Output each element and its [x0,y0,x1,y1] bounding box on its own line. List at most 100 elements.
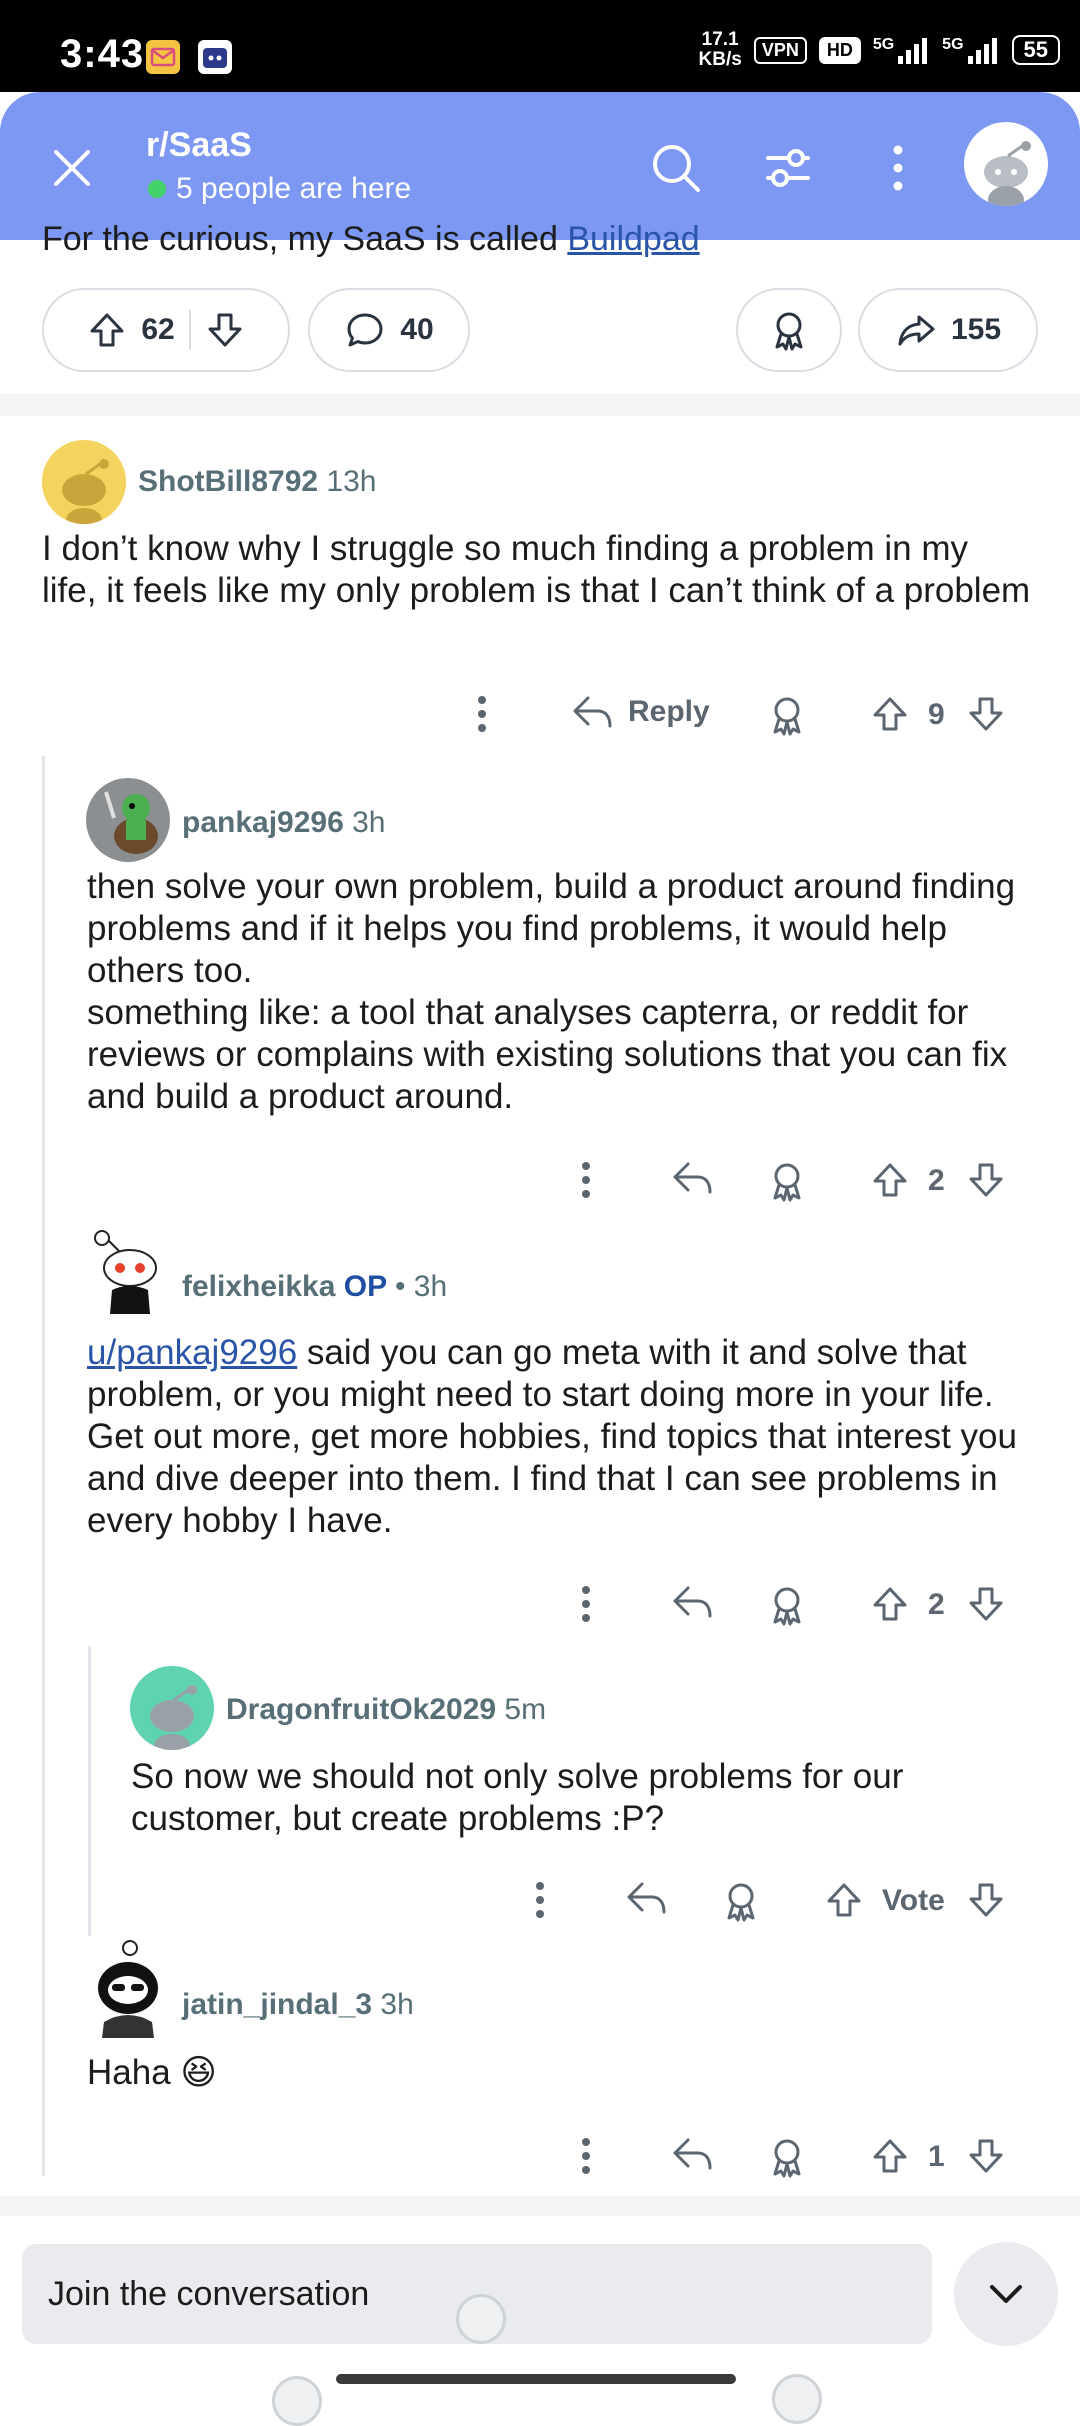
more-vertical-icon[interactable] [472,694,492,734]
more-vertical-icon[interactable] [576,2136,596,2176]
more-vertical-icon[interactable] [576,1584,596,1624]
downvote-icon[interactable] [966,2136,1006,2176]
upvote-icon[interactable] [870,2136,910,2176]
comment-body: u/pankaj9296 said you can go meta with i… [87,1332,1047,1542]
thread-line [88,1646,91,1936]
award-icon[interactable] [766,694,808,736]
avatar[interactable] [86,1938,170,2038]
user-avatar[interactable] [964,122,1048,206]
comment-author[interactable]: jatin_jindal_3 3h [182,1988,414,2022]
avatar[interactable] [86,778,170,862]
author-name[interactable]: ShotBill8792 [138,465,318,498]
comment-body: Haha 😆 [87,2052,987,2094]
chevron-down-icon [990,2285,1022,2303]
comment-actions: Reply 9 [472,684,1012,744]
award-icon [775,312,803,351]
snoo-avatar-icon [150,1685,197,1750]
avatar[interactable] [42,440,126,524]
comment-author[interactable]: pankaj9296 3h [182,806,386,840]
author-name[interactable]: felixheikka [182,1270,335,1303]
network-speed-value: 17.1 [701,29,739,50]
comment-actions: 2 [576,1574,1016,1634]
online-dot [148,180,166,198]
comment-author[interactable]: DragonfruitOk2029 5m [226,1693,546,1727]
vpn-badge: VPN [753,36,807,64]
author-name[interactable]: DragonfruitOk2029 [226,1693,496,1726]
touch-indicator [272,2376,322,2426]
comment-body: then solve your own problem, build a pro… [87,866,1047,1118]
comment-text: Haha [87,2053,171,2092]
comment-paragraph: something like: a tool that analyses cap… [87,993,1008,1116]
post-share-count: 155 [950,313,1002,346]
status-bar: 3:43 17.1 KB/s VPN HD 5G 5G 55 [0,0,1080,92]
comment-time: 3h [352,806,386,839]
more-options-button[interactable] [862,132,934,204]
more-vertical-icon[interactable] [576,1160,596,1200]
close-button[interactable] [36,132,108,204]
more-vertical-icon [893,145,903,191]
downvote-icon[interactable] [966,694,1006,734]
upvote-icon[interactable] [870,1584,910,1624]
author-name[interactable]: jatin_jindal_3 [182,1988,372,2021]
author-name[interactable]: pankaj9296 [182,806,344,839]
reply-arrow-icon[interactable] [670,1158,714,1198]
laughing-emoji: 😆 [180,2053,217,2092]
comment-author[interactable]: felixheikka OP • 3h [182,1270,447,1304]
vote-count: 2 [928,1164,945,1197]
sort-filter-button[interactable] [752,132,824,204]
thread-line [42,756,45,2176]
user-mention-link[interactable]: u/pankaj9296 [87,1333,297,1372]
vote-count: 9 [928,698,945,731]
upvote-icon[interactable] [87,310,127,350]
reply-arrow-icon[interactable] [670,2134,714,2174]
network-speed: 17.1 KB/s [699,30,742,70]
post-vote-group: 62 [42,288,290,372]
status-indicators: 17.1 KB/s VPN HD 5G 5G 55 [699,28,1060,72]
app-notification-icon [198,40,232,74]
search-button[interactable] [640,132,712,204]
avatar[interactable] [86,1224,170,1314]
comment-bubble-icon [347,313,383,347]
presence-text: 5 people are here [176,172,412,205]
collapse-comments-button[interactable] [954,2242,1058,2346]
downvote-icon[interactable] [966,1584,1006,1624]
post-share-button[interactable]: 155 [858,288,1038,372]
snoo-avatar-icon [62,459,109,524]
hd-badge: HD [818,36,861,64]
vote-divider [188,310,191,350]
post-award-button[interactable] [736,288,842,372]
upvote-icon[interactable] [870,694,910,734]
upvote-icon[interactable] [824,1880,864,1920]
network-type-1: 5G [872,36,895,53]
downvote-icon[interactable] [205,310,245,350]
reply-button[interactable]: Reply [570,692,710,732]
close-icon [54,150,90,186]
post-comments-button[interactable]: 40 [308,288,470,372]
comment-body: I don’t know why I struggle so much find… [42,529,1031,610]
post-link[interactable]: Buildpad [567,220,699,258]
home-gesture-bar[interactable] [336,2374,736,2384]
status-time: 3:43 [60,32,145,76]
upvote-icon[interactable] [870,1160,910,1200]
comment-author[interactable]: ShotBill8792 13h [138,465,376,499]
subreddit-title[interactable]: r/SaaS [146,126,252,165]
composer-placeholder: Join the conversation [48,2274,370,2313]
award-icon[interactable] [720,1880,762,1922]
award-icon[interactable] [766,1160,808,1202]
comment-paragraph: then solve your own problem, build a pro… [87,867,1016,990]
section-divider [0,2196,1080,2216]
downvote-icon[interactable] [966,1880,1006,1920]
award-icon[interactable] [766,1584,808,1626]
network-speed-unit: KB/s [698,49,742,70]
more-vertical-icon[interactable] [530,1880,550,1920]
reply-arrow-icon[interactable] [670,1582,714,1622]
filter-sliders-icon [766,149,810,187]
award-icon[interactable] [766,2136,808,2178]
comment-time: 3h [380,1988,414,2021]
post-comment-count: 40 [400,313,434,346]
vote-label: Vote [882,1884,945,1917]
subreddit-header: r/SaaS 5 people are here [0,92,1080,240]
reply-arrow-icon[interactable] [624,1878,668,1918]
downvote-icon[interactable] [966,1160,1006,1200]
avatar[interactable] [130,1666,214,1750]
